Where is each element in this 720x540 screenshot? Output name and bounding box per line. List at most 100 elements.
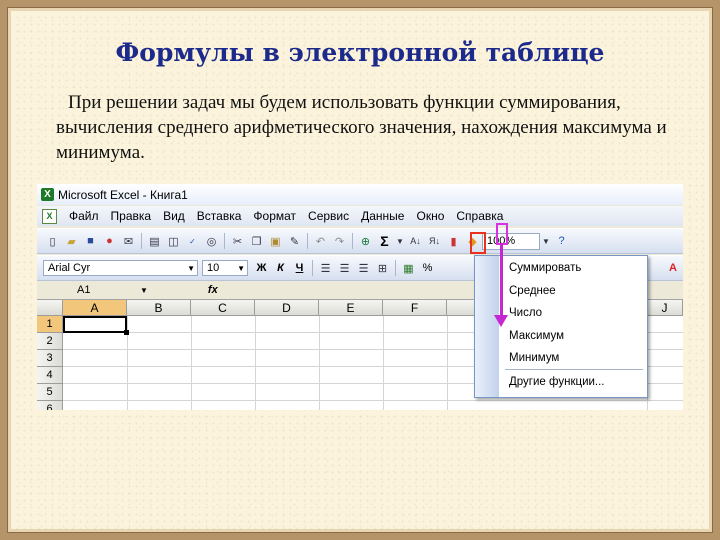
- help-icon[interactable]: ?: [553, 233, 570, 250]
- column-header[interactable]: D: [255, 300, 319, 316]
- autosum-highlight-box: [470, 232, 486, 254]
- redo-icon[interactable]: ↷: [331, 233, 348, 250]
- underline-button[interactable]: Ч: [291, 260, 308, 277]
- active-cell-a1[interactable]: [63, 316, 129, 335]
- slide-paragraph-text: При решении задач мы будем использовать …: [56, 92, 667, 163]
- zoom-box[interactable]: 100%: [482, 232, 540, 250]
- menu-data[interactable]: Данные: [355, 209, 410, 223]
- print-preview-icon[interactable]: ◫: [165, 233, 182, 250]
- new-icon[interactable]: ▯: [44, 233, 61, 250]
- align-center-icon[interactable]: ☰: [336, 260, 353, 277]
- save-icon[interactable]: ■: [82, 233, 99, 250]
- chart-wizard-icon[interactable]: ▮: [445, 233, 462, 250]
- window-title: Microsoft Excel - Книга1: [58, 187, 188, 202]
- toolbar-separator: [312, 260, 313, 276]
- menu-item-more-functions[interactable]: Другие функции...: [509, 376, 605, 388]
- menu-separator: [505, 369, 643, 370]
- grid-line: [447, 316, 448, 410]
- toolbar-separator: [352, 233, 353, 249]
- dropdown-highlight-box: [496, 223, 508, 245]
- toolbar-separator: [395, 260, 396, 276]
- autosum-button[interactable]: Σ: [376, 233, 393, 250]
- hyperlink-icon[interactable]: ⊕: [357, 233, 374, 250]
- row-header[interactable]: 5: [37, 384, 63, 401]
- copy-icon[interactable]: ❐: [248, 233, 265, 250]
- spelling-icon[interactable]: ✓: [184, 233, 201, 250]
- menu-file[interactable]: Файл: [63, 209, 105, 223]
- email-icon[interactable]: ✉: [120, 233, 137, 250]
- toolbar-separator: [141, 233, 142, 249]
- menu-insert[interactable]: Вставка: [191, 209, 248, 223]
- paste-icon[interactable]: ▣: [267, 233, 284, 250]
- menu-item-sum[interactable]: Суммировать: [509, 262, 581, 274]
- font-name-box[interactable]: Arial Cyr ▼: [43, 260, 198, 276]
- column-header[interactable]: E: [319, 300, 383, 316]
- print-icon[interactable]: ▤: [146, 233, 163, 250]
- grid-line: [319, 316, 320, 410]
- menu-window[interactable]: Окно: [410, 209, 450, 223]
- menu-item-average[interactable]: Среднее: [509, 285, 556, 297]
- name-box[interactable]: A1: [40, 283, 130, 297]
- select-all-corner[interactable]: [37, 300, 63, 316]
- bold-button[interactable]: Ж: [253, 260, 270, 277]
- grid-line: [63, 400, 683, 401]
- permission-icon[interactable]: ●: [101, 233, 118, 250]
- fx-icon[interactable]: fx: [208, 284, 218, 296]
- menu-tools[interactable]: Сервис: [302, 209, 355, 223]
- zoom-dropdown-icon[interactable]: ▼: [541, 233, 551, 250]
- open-icon[interactable]: ▰: [63, 233, 80, 250]
- excel-titlebar: X Microsoft Excel - Книга1: [37, 184, 683, 205]
- excel-app-icon: X: [41, 188, 54, 201]
- menu-view[interactable]: Вид: [157, 209, 191, 223]
- menu-item-max[interactable]: Максимум: [509, 330, 564, 342]
- sort-descending-icon[interactable]: Я↓: [426, 233, 443, 250]
- percent-button[interactable]: %: [419, 260, 436, 277]
- menu-item-min[interactable]: Минимум: [509, 352, 559, 364]
- menu-bar: X Файл Правка Вид Вставка Формат Сервис …: [37, 206, 683, 226]
- autosum-dropdown-icon[interactable]: ▼: [395, 233, 405, 250]
- toolbar-separator: [224, 233, 225, 249]
- font-color-icon[interactable]: A: [669, 262, 677, 274]
- currency-icon[interactable]: ▦: [400, 260, 417, 277]
- grid-line: [255, 316, 256, 410]
- pointer-arrow-line: [500, 243, 503, 319]
- chevron-down-icon: ▼: [237, 263, 245, 273]
- column-header[interactable]: F: [383, 300, 447, 316]
- excel-screenshot: X Microsoft Excel - Книга1 X Файл Правка…: [37, 184, 683, 410]
- row-header[interactable]: 6: [37, 401, 63, 410]
- cut-icon[interactable]: ✂: [229, 233, 246, 250]
- row-header[interactable]: 2: [37, 333, 63, 350]
- italic-button[interactable]: К: [272, 260, 289, 277]
- standard-toolbar: ▯ ▰ ■ ● ✉ ▤ ◫ ✓ ◎ ✂ ❐ ▣ ✎ ↶ ↷ ⊕ Σ ▼ A↓ Я…: [37, 228, 683, 254]
- column-header[interactable]: J: [647, 300, 683, 316]
- toolbar-separator: [307, 233, 308, 249]
- font-name-value: Arial Cyr: [48, 262, 91, 274]
- row-header[interactable]: 3: [37, 350, 63, 367]
- align-right-icon[interactable]: ☰: [355, 260, 372, 277]
- menu-edit[interactable]: Правка: [105, 209, 158, 223]
- research-icon[interactable]: ◎: [203, 233, 220, 250]
- workbook-icon[interactable]: X: [42, 208, 57, 224]
- format-painter-icon[interactable]: ✎: [286, 233, 303, 250]
- row-header[interactable]: 1: [37, 316, 63, 333]
- slide-paragraph: При решении задач мы будем использовать …: [56, 90, 686, 165]
- menu-help[interactable]: Справка: [450, 209, 509, 223]
- row-header[interactable]: 4: [37, 367, 63, 384]
- undo-icon[interactable]: ↶: [312, 233, 329, 250]
- menu-item-count[interactable]: Число: [509, 307, 542, 319]
- font-size-value: 10: [207, 262, 220, 274]
- merge-center-icon[interactable]: ⊞: [374, 260, 391, 277]
- align-left-icon[interactable]: ☰: [317, 260, 334, 277]
- chevron-down-icon[interactable]: ▼: [140, 286, 148, 295]
- column-header[interactable]: C: [191, 300, 255, 316]
- column-header[interactable]: A: [63, 300, 127, 316]
- arrow-down-icon: [494, 315, 508, 327]
- grid-line: [383, 316, 384, 410]
- menu-format[interactable]: Формат: [247, 209, 302, 223]
- grid-line: [191, 316, 192, 410]
- slide-title: Формулы в электронной таблице: [115, 38, 605, 67]
- chevron-down-icon: ▼: [187, 263, 195, 273]
- sort-ascending-icon[interactable]: A↓: [407, 233, 424, 250]
- font-size-box[interactable]: 10 ▼: [202, 260, 248, 276]
- column-header[interactable]: B: [127, 300, 191, 316]
